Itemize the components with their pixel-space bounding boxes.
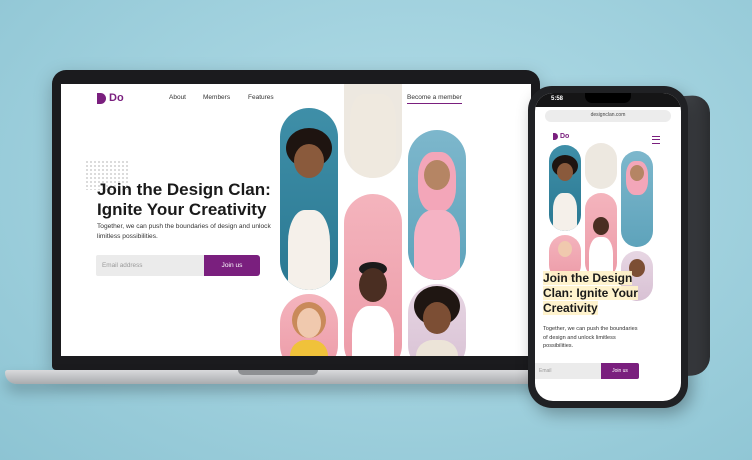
laptop-notch: [238, 370, 318, 375]
status-time: 5:58: [551, 96, 564, 102]
phone-join-button[interactable]: Join us: [601, 363, 639, 379]
phone-notch: [585, 93, 631, 103]
join-button[interactable]: Join us: [204, 255, 260, 276]
member-photo: [549, 145, 581, 231]
phone-screen: 5:58 designclan.com Do Join the Design C…: [535, 93, 681, 401]
member-photo: [344, 194, 402, 356]
nav-link-features[interactable]: Features: [248, 94, 274, 101]
member-photo: [585, 143, 617, 189]
nav-link-about[interactable]: About: [169, 94, 186, 101]
logo-mark-icon: [553, 133, 558, 140]
phone-site-logo[interactable]: Do: [553, 133, 569, 140]
browser-url: designclan.com: [590, 112, 626, 118]
nav-link-members[interactable]: Members: [203, 94, 230, 101]
member-photo: [408, 284, 466, 356]
hero-title: Join the Design Clan: Ignite Your Creati…: [97, 180, 271, 219]
member-photo: [280, 108, 338, 290]
member-photo: [585, 193, 617, 279]
phone-hero-subtitle: Together, we can push the boundaries of …: [543, 326, 638, 349]
hero-subtitle: Together, we can push the boundaries of …: [97, 223, 271, 240]
phone-logo-text: Do: [560, 133, 570, 140]
logo-text: Do: [109, 92, 124, 104]
become-member-link[interactable]: Become a member: [407, 94, 462, 104]
email-input[interactable]: [96, 255, 204, 276]
site-logo[interactable]: Do: [97, 92, 124, 104]
phone-status-bar: 5:58: [535, 93, 681, 107]
phone-hero-title: Join the Design Clan: Ignite Your Creati…: [543, 271, 638, 315]
hamburger-menu-icon[interactable]: [652, 136, 660, 144]
member-photo: [408, 130, 466, 280]
member-photo: [344, 84, 402, 178]
browser-url-bar[interactable]: designclan.com: [545, 110, 671, 122]
logo-mark-icon: [97, 92, 106, 104]
member-photo: [621, 151, 653, 247]
member-photo: [280, 294, 338, 356]
site-nav: Do About Members Features Become a membe…: [61, 84, 531, 110]
laptop-screen: Do About Members Features Become a membe…: [61, 84, 531, 356]
mockup-scene: Do About Members Features Become a membe…: [0, 0, 752, 460]
phone-email-input[interactable]: [535, 363, 601, 379]
